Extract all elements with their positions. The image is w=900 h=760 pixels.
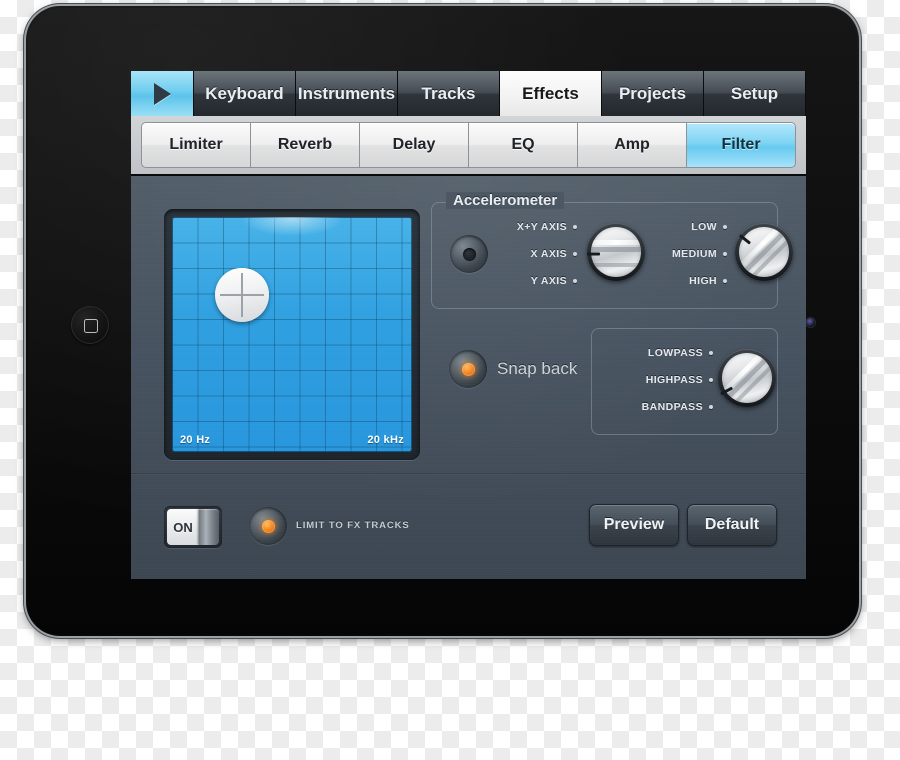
power-toggle[interactable]: ON: [164, 506, 222, 548]
xy-max-label: 20 kHz: [367, 434, 404, 446]
filter-option-lowpass[interactable]: LOWPASS: [598, 347, 713, 359]
sensitivity-option-high-label: HIGH: [689, 275, 717, 287]
tab-tracks[interactable]: Tracks: [398, 71, 500, 116]
tab-instruments[interactable]: Instruments: [296, 71, 398, 116]
preview-button[interactable]: Preview: [589, 504, 679, 546]
footer-divider: [131, 473, 806, 475]
tab-keyboard[interactable]: Keyboard: [194, 71, 296, 116]
xy-pad-grid: [172, 217, 412, 452]
sensitivity-option-medium[interactable]: MEDIUM: [632, 248, 727, 260]
effect-tab-eq[interactable]: EQ: [468, 122, 577, 168]
filter-option-bandpass-label: BANDPASS: [642, 401, 703, 413]
power-toggle-label: ON: [167, 509, 199, 545]
xy-pad[interactable]: 20 Hz 20 kHz: [172, 217, 412, 452]
filter-option-highpass-label: HIGHPASS: [646, 374, 703, 386]
filter-type-knob[interactable]: [718, 349, 776, 407]
home-button-icon[interactable]: [71, 306, 109, 344]
effect-tab-reverb[interactable]: Reverb: [250, 122, 359, 168]
filter-option-lowpass-label: LOWPASS: [648, 347, 703, 359]
ipad-device: Keyboard Instruments Tracks Effects Proj…: [26, 6, 859, 636]
sensitivity-option-high-dot: [723, 279, 727, 283]
filter-option-lowpass-dot: [709, 351, 713, 355]
default-button[interactable]: Default: [687, 504, 777, 546]
filter-option-highpass-dot: [709, 378, 713, 382]
xy-pad-glare: [239, 217, 345, 237]
sensitivity-knob[interactable]: [735, 223, 793, 281]
sensitivity-option-medium-dot: [723, 252, 727, 256]
tab-projects[interactable]: Projects: [602, 71, 704, 116]
app-screen: Keyboard Instruments Tracks Effects Proj…: [131, 71, 806, 579]
sensitivity-option-medium-label: MEDIUM: [672, 248, 717, 260]
accelerometer-group: Accelerometer X+Y AXIS X AXIS Y AXIS: [431, 202, 778, 309]
sensitivity-option-low[interactable]: LOW: [632, 221, 727, 233]
axis-option-xy[interactable]: X+Y AXIS: [482, 221, 577, 233]
effect-tab-filter[interactable]: Filter: [686, 122, 796, 168]
filter-option-bandpass[interactable]: BANDPASS: [598, 401, 713, 413]
sensitivity-option-low-label: LOW: [691, 221, 717, 233]
effect-tab-bar: Limiter Reverb Delay EQ Amp Filter: [131, 116, 806, 176]
limit-to-fx-tracks-label: LIMIT TO FX TRACKS: [296, 520, 410, 531]
axis-option-y-dot: [573, 279, 577, 283]
filter-option-highpass[interactable]: HIGHPASS: [598, 374, 713, 386]
effect-tab-limiter[interactable]: Limiter: [141, 122, 250, 168]
effect-tab-delay[interactable]: Delay: [359, 122, 468, 168]
tab-effects[interactable]: Effects: [500, 71, 602, 116]
front-camera-icon: [806, 318, 815, 327]
tab-setup[interactable]: Setup: [704, 71, 806, 116]
sensitivity-option-low-dot: [723, 225, 727, 229]
axis-option-y-label: Y AXIS: [531, 275, 567, 287]
axis-option-y[interactable]: Y AXIS: [482, 275, 577, 287]
snap-back-led[interactable]: [449, 350, 487, 388]
xy-min-label: 20 Hz: [180, 434, 210, 446]
accelerometer-title: Accelerometer: [446, 192, 564, 209]
axis-option-xy-dot: [573, 225, 577, 229]
axis-option-x[interactable]: X AXIS: [482, 248, 577, 260]
screenshot-root: Keyboard Instruments Tracks Effects Proj…: [0, 0, 900, 760]
power-toggle-handle[interactable]: [199, 509, 219, 545]
xy-pad-bezel: 20 Hz 20 kHz: [164, 209, 420, 460]
limit-to-fx-tracks-led[interactable]: [249, 507, 287, 545]
snap-back-label: Snap back: [497, 359, 577, 379]
filter-panel: 20 Hz 20 kHz Accelerometer X+Y AXIS X AX…: [131, 176, 806, 579]
xy-puck[interactable]: [215, 268, 269, 322]
axis-option-x-label: X AXIS: [531, 248, 567, 260]
sensitivity-option-high[interactable]: HIGH: [632, 275, 727, 287]
axis-option-x-dot: [573, 252, 577, 256]
main-tab-bar: Keyboard Instruments Tracks Effects Proj…: [131, 71, 806, 116]
play-button[interactable]: [131, 71, 194, 116]
play-icon: [154, 83, 171, 105]
filter-option-bandpass-dot: [709, 405, 713, 409]
axis-option-xy-label: X+Y AXIS: [517, 221, 567, 233]
filter-type-group: LOWPASS HIGHPASS BANDPASS: [591, 328, 778, 435]
effect-tab-amp[interactable]: Amp: [577, 122, 686, 168]
